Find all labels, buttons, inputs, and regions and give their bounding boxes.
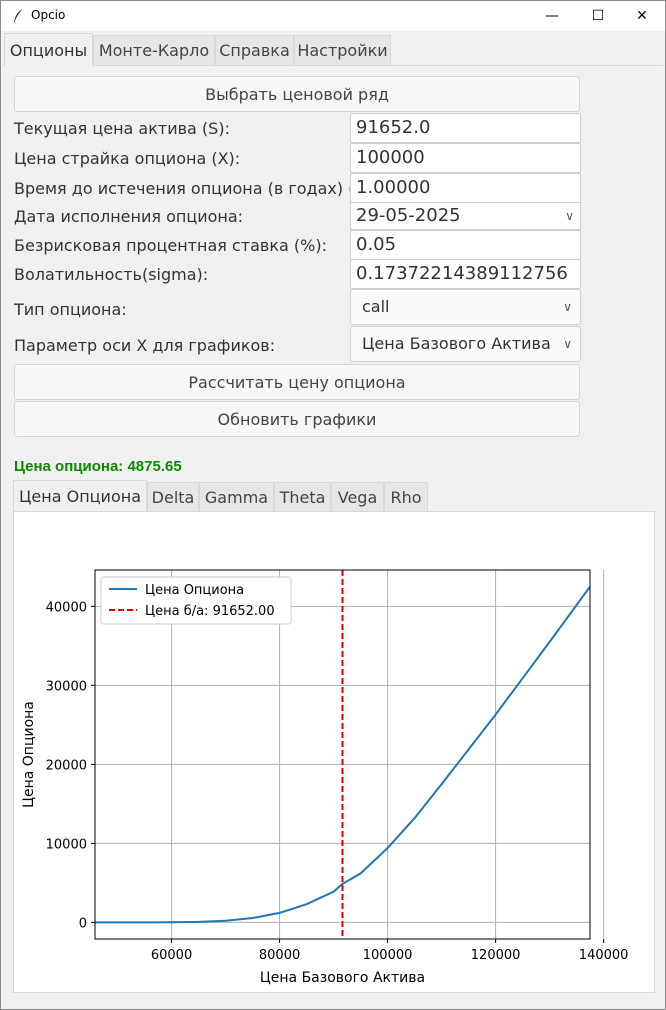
tab-help[interactable]: Справка [215, 35, 294, 65]
asset-price-input[interactable]: 91652.0 [350, 113, 581, 143]
chevron-down-icon[interactable]: ∨ [563, 290, 572, 324]
expiry-date-value: 29-05-2025 [356, 205, 461, 226]
time-label: Время до истечения опциона (в годах) (T)… [14, 179, 376, 198]
update-charts-button[interactable]: Обновить графики [14, 401, 580, 437]
xaxis-param-label: Параметр оси X для графиков: [14, 336, 276, 355]
y-tick-label: 40000 [46, 600, 87, 615]
feather-icon [14, 8, 24, 22]
app-window: Opcio — ☐ ✕ Опционы Монте-Карло Справка … [0, 0, 666, 1010]
legend-label-spot: Цена б/а: 91652.00 [145, 604, 275, 619]
strike-input[interactable]: 100000 [350, 143, 581, 173]
x-tick-label: 60000 [151, 948, 192, 963]
plot-panel: 60000 80000 100000 120000 140000 0 10000 20000… [13, 511, 655, 993]
minimize-button[interactable]: — [529, 1, 575, 31]
select-series-button[interactable]: Выбрать ценовой ряд [14, 76, 580, 112]
legend: Цена Опциона Цена б/а: 91652.00 [100, 576, 292, 625]
rate-input[interactable]: 0.05 [350, 230, 581, 260]
y-tick-label: 0 [79, 916, 87, 931]
option-type-label: Тип опциона: [14, 300, 127, 319]
tab-delta[interactable]: Delta [147, 482, 199, 512]
y-tick-label: 20000 [46, 758, 87, 773]
y-tick-label: 30000 [46, 679, 87, 694]
expiry-date-picker[interactable]: 29-05-2025 ∨ [350, 202, 581, 230]
tab-option-price[interactable]: Цена Опциона [13, 480, 147, 512]
x-tick-label: 100000 [363, 948, 413, 963]
main-tab-bar: Опционы Монте-Карло Справка Настройки [3, 33, 663, 66]
expiry-label: Дата исполнения опциона: [14, 207, 244, 226]
option-price-chart: 60000 80000 100000 120000 140000 0 10000 20000… [21, 569, 629, 986]
option-price-result: Цена опциона: 4875.65 [14, 458, 182, 475]
tab-settings[interactable]: Настройки [294, 35, 391, 65]
y-axis-label: Цена Опциона [21, 701, 37, 808]
volatility-label: Волатильность(sigma): [14, 265, 209, 284]
tab-vega[interactable]: Vega [331, 482, 384, 512]
volatility-input[interactable]: 0.17372214389112756 [350, 259, 581, 289]
x-axis-label: Цена Базового Актива [260, 970, 425, 986]
chevron-down-icon[interactable]: ∨ [565, 203, 574, 229]
legend-label-price: Цена Опциона [145, 583, 244, 598]
rate-label: Безрисковая процентная ставка (%): [14, 236, 327, 255]
maximize-button[interactable]: ☐ [575, 1, 621, 31]
y-tick-label: 10000 [46, 837, 87, 852]
plot-tab-bar: Цена Опциона Delta Gamma Theta Vega Rho [13, 480, 655, 512]
strike-label: Цена страйка опциона (X): [14, 149, 241, 168]
x-tick-label: 120000 [471, 948, 521, 963]
time-input[interactable]: 1.00000 [350, 173, 581, 203]
tab-gamma[interactable]: Gamma [199, 482, 274, 512]
tab-theta[interactable]: Theta [274, 482, 331, 512]
x-axis: 60000 80000 100000 120000 140000 [151, 939, 629, 963]
tab-rho[interactable]: Rho [384, 482, 428, 512]
x-tick-label: 80000 [259, 948, 300, 963]
title-bar: Opcio — ☐ ✕ [1, 1, 665, 31]
option-type-select[interactable]: call ∨ [350, 289, 581, 325]
y-axis: 0 10000 20000 30000 40000 [46, 600, 95, 931]
xaxis-param-select[interactable]: Цена Базового Актива ∨ [350, 326, 581, 362]
x-tick-label: 140000 [579, 948, 629, 963]
chevron-down-icon[interactable]: ∨ [563, 327, 572, 361]
calculate-price-button[interactable]: Рассчитать цену опциона [14, 364, 580, 400]
close-button[interactable]: ✕ [619, 1, 665, 31]
tab-options[interactable]: Опционы [4, 33, 93, 66]
window-title: Opcio [31, 8, 66, 22]
xaxis-param-value: Цена Базового Актива [362, 334, 551, 353]
tab-monte-carlo[interactable]: Монте-Карло [93, 35, 215, 65]
asset-price-label: Текущая цена актива (S): [14, 119, 230, 138]
option-type-value: call [362, 297, 390, 316]
